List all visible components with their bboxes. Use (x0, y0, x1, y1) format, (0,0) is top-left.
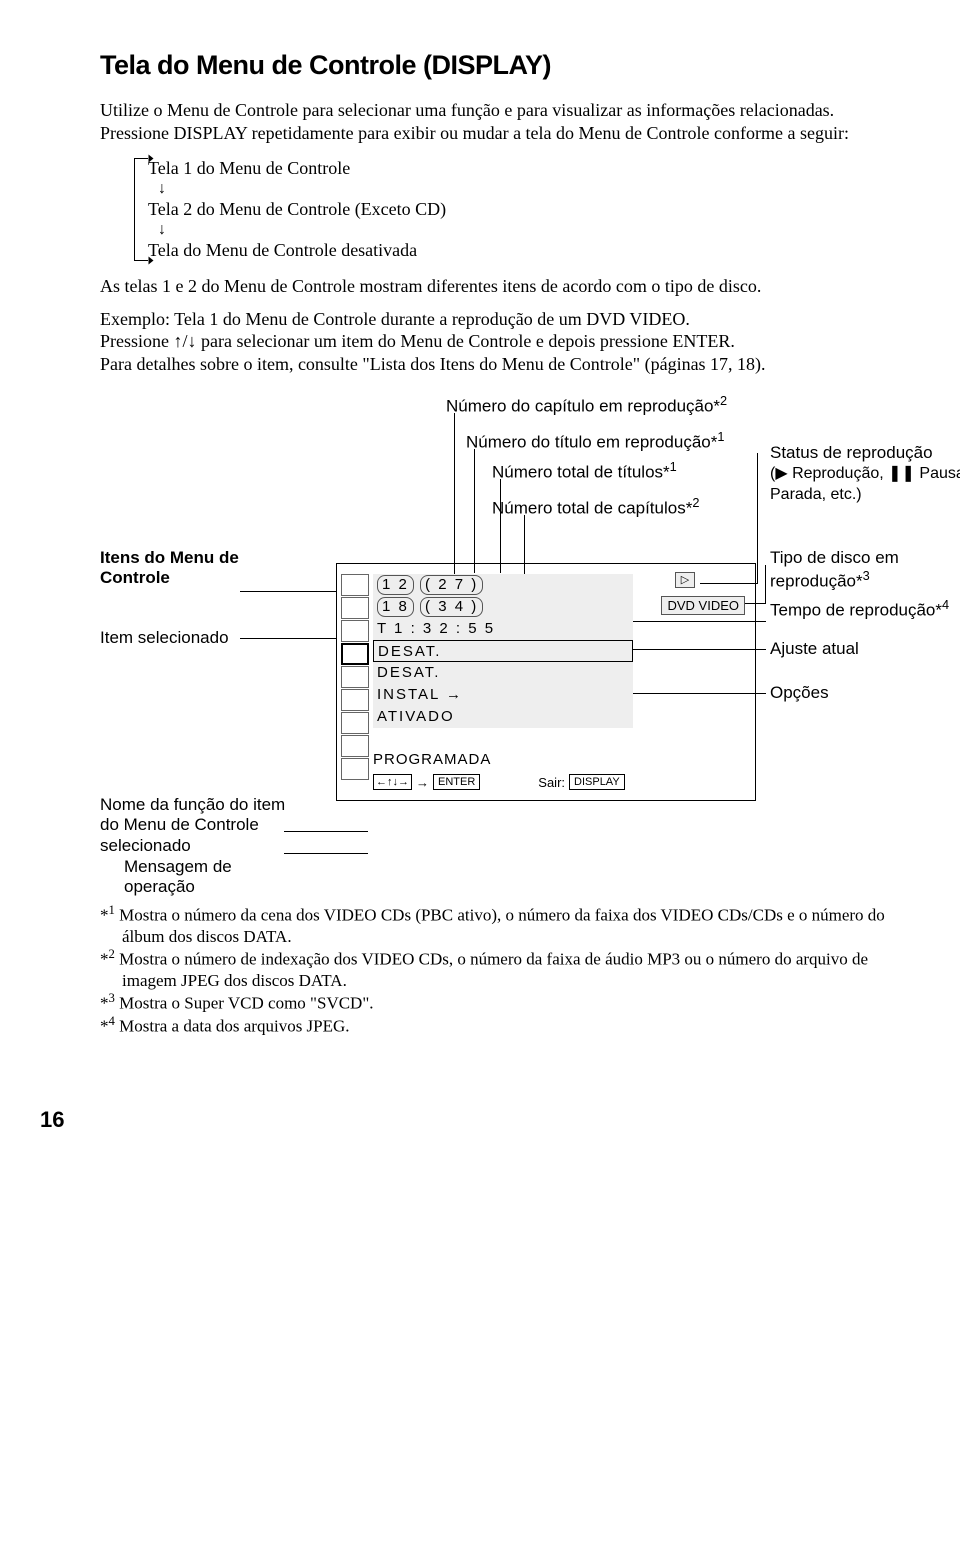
osd-time-row: T 1 : 3 2 : 5 5 (373, 618, 633, 640)
callout-disc-type: Tipo de disco em reprodução*3 (770, 548, 960, 592)
callout-function-name: Nome da função do item do Menu de Contro… (100, 795, 300, 856)
menu-icon (341, 620, 369, 642)
example-line: Exemplo: Tela 1 do Menu de Controle dura… (100, 309, 690, 329)
osd-title-row: 1 2 ( 2 7 ) (373, 574, 633, 596)
operation-hint: ←↑↓→ → ENTER Sair: DISPLAY (373, 774, 625, 790)
flow-step-3: Tela do Menu de Controle desativada (148, 240, 890, 261)
enter-key: ENTER (433, 774, 480, 790)
callout-options: Opções (770, 683, 960, 703)
display-sequence: Tela 1 do Menu de Controle ↓ Tela 2 do M… (148, 158, 890, 261)
control-menu-diagram: Número do capítulo em reprodução*2 Númer… (100, 393, 890, 813)
menu-icon-selected (341, 643, 369, 665)
menu-icon (341, 712, 369, 734)
osd-chapter-row: 1 8 ( 3 4 ) (373, 596, 633, 618)
callout-current-setting: Ajuste atual (770, 639, 960, 659)
title-total: ( 2 7 ) (420, 575, 483, 595)
callout-total-titles: Número total de títulos*1 (492, 459, 677, 483)
menu-icon (341, 735, 369, 757)
flow-step-2: Tela 2 do Menu de Controle (Exceto CD) (148, 199, 890, 220)
callout-operation-message: Mensagem de operação (124, 857, 304, 898)
chapter-total: ( 3 4 ) (420, 597, 483, 617)
page-number: 16 (40, 1107, 890, 1133)
callout-title-number: Número do título em reprodução*1 (466, 429, 724, 453)
callout-menu-items: Itens do Menu de Controle (100, 548, 300, 589)
osd-row: ATIVADO (373, 706, 633, 728)
disc-type-badge: DVD VIDEO (661, 596, 745, 615)
down-arrow-icon: ↓ (158, 222, 890, 238)
chapter-current: 1 8 (377, 597, 414, 617)
function-name: PROGRAMADA (373, 751, 491, 768)
menu-icon (341, 666, 369, 688)
example-paragraph: Exemplo: Tela 1 do Menu de Controle dura… (100, 308, 890, 376)
callout-play-time: Tempo de reprodução*4 (770, 597, 960, 621)
footnote-1: *1 Mostra o número da cena dos VIDEO CDs… (100, 903, 890, 947)
osd-display: 1 2 ( 2 7 ) 1 8 ( 3 4 ) T 1 : 3 2 : 5 5 … (336, 563, 756, 801)
osd-row: DESAT. (373, 662, 633, 684)
menu-icon-column (341, 574, 369, 781)
callout-playback-status: Status de reprodução (▶ Reprodução, ❚❚ P… (770, 443, 960, 504)
exit-label: Sair: (538, 775, 565, 790)
title-current: 1 2 (377, 575, 414, 595)
footnote-2: *2 Mostra o número de indexação dos VIDE… (100, 947, 890, 991)
body-paragraph: As telas 1 e 2 do Menu de Controle mostr… (100, 275, 890, 298)
footnote-4: *4 Mostra a data dos arquivos JPEG. (100, 1014, 890, 1037)
play-status-icon: ▷ (675, 572, 695, 588)
example-line: Pressione ↑/↓ para selecionar um item do… (100, 331, 735, 351)
arrow-right-icon: → (416, 775, 429, 790)
nav-arrows-icon: ←↑↓→ (373, 774, 412, 790)
example-line: Para detalhes sobre o item, consulte "Li… (100, 354, 766, 374)
page-title: Tela do Menu de Controle (DISPLAY) (100, 50, 890, 81)
menu-icon (341, 574, 369, 596)
intro-text: Utilize o Menu de Controle para selecion… (100, 99, 890, 144)
flow-step-1: Tela 1 do Menu de Controle (148, 158, 890, 179)
menu-icon (341, 689, 369, 711)
down-arrow-icon: ↓ (158, 181, 890, 197)
menu-icon (341, 597, 369, 619)
display-key: DISPLAY (569, 774, 625, 790)
osd-selected-setting: DESAT. (373, 640, 633, 662)
footnotes: *1 Mostra o número da cena dos VIDEO CDs… (100, 903, 890, 1037)
osd-row: INSTAL → (373, 684, 633, 706)
menu-icon (341, 758, 369, 780)
callout-chapter-number: Número do capítulo em reprodução*2 (446, 393, 727, 417)
footnote-3: *3 Mostra o Super VCD como "SVCD". (100, 991, 890, 1014)
